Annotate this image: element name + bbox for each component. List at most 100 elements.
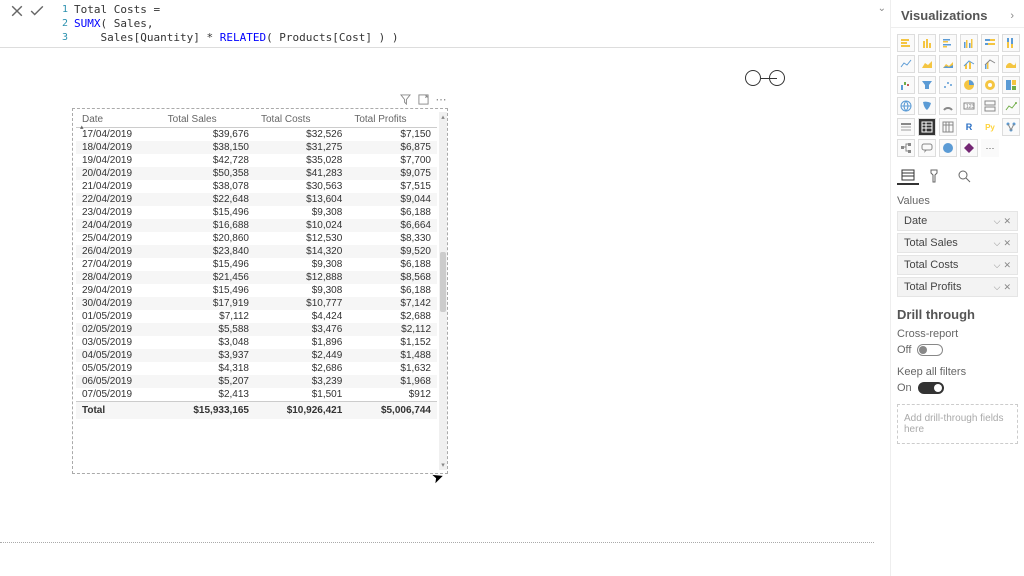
analytics-tab-icon[interactable] bbox=[953, 167, 975, 185]
r-visual-icon[interactable]: R bbox=[960, 118, 978, 136]
table-row[interactable]: 30/04/2019$17,919$10,777$7,142 bbox=[76, 297, 437, 310]
sort-asc-icon: ▴ bbox=[80, 123, 84, 131]
cross-report-toggle[interactable] bbox=[917, 344, 943, 356]
scrollbar-thumb[interactable] bbox=[440, 252, 446, 312]
more-options-icon[interactable]: ⋯ bbox=[435, 93, 447, 105]
arcgis-icon[interactable] bbox=[939, 139, 957, 157]
field-dropdown-icon[interactable]: ⌵ bbox=[994, 238, 1001, 249]
stacked-area-icon[interactable] bbox=[939, 55, 957, 73]
scroll-up-icon[interactable]: ▴ bbox=[439, 112, 447, 122]
table-row[interactable]: 04/05/2019$3,937$2,449$1,488 bbox=[76, 349, 437, 362]
column-header[interactable]: Total Costs bbox=[255, 112, 348, 128]
key-influencers-icon[interactable] bbox=[1002, 118, 1020, 136]
stacked-bar-icon[interactable] bbox=[897, 34, 915, 52]
table-row[interactable]: 20/04/2019$50,358$41,283$9,075 bbox=[76, 167, 437, 180]
table-row[interactable]: 19/04/2019$42,728$35,028$7,700 bbox=[76, 154, 437, 167]
card-icon[interactable]: 123 bbox=[960, 97, 978, 115]
field-remove-icon[interactable]: ✕ bbox=[1003, 216, 1011, 227]
table-row[interactable]: 21/04/2019$38,078$30,563$7,515 bbox=[76, 180, 437, 193]
table-row[interactable]: 22/04/2019$22,648$13,604$9,044 bbox=[76, 193, 437, 206]
table-row[interactable]: 17/04/2019$39,676$32,526$7,150 bbox=[76, 128, 437, 142]
table-visual[interactable]: ⋯ Date▴Total SalesTotal CostsTotal Profi… bbox=[72, 108, 448, 474]
focus-mode-icon[interactable] bbox=[417, 93, 429, 105]
stacked-column-icon[interactable] bbox=[918, 34, 936, 52]
gauge-icon[interactable] bbox=[939, 97, 957, 115]
field-well-item[interactable]: Total Sales⌵✕ bbox=[897, 233, 1018, 253]
table-row[interactable]: 23/04/2019$15,496$9,308$6,188 bbox=[76, 206, 437, 219]
drill-through-title: Drill through bbox=[897, 307, 1018, 322]
clustered-bar-icon[interactable] bbox=[939, 34, 957, 52]
pie-icon[interactable] bbox=[960, 76, 978, 94]
field-dropdown-icon[interactable]: ⌵ bbox=[994, 216, 1001, 227]
report-canvas[interactable]: ⋯ Date▴Total SalesTotal CostsTotal Profi… bbox=[0, 48, 890, 576]
table-row[interactable]: 02/05/2019$5,588$3,476$2,112 bbox=[76, 323, 437, 336]
cancel-icon[interactable] bbox=[10, 4, 24, 18]
table-row[interactable]: 26/04/2019$23,840$14,320$9,520 bbox=[76, 245, 437, 258]
import-visual-icon[interactable]: ⋯ bbox=[981, 139, 999, 157]
decomposition-tree-icon[interactable] bbox=[897, 139, 915, 157]
matrix-icon[interactable] bbox=[939, 118, 957, 136]
data-table: Date▴Total SalesTotal CostsTotal Profits… bbox=[76, 112, 437, 419]
table-row[interactable]: 25/04/2019$20,860$12,530$8,330 bbox=[76, 232, 437, 245]
field-well-item[interactable]: Date⌵✕ bbox=[897, 211, 1018, 231]
formula-editor[interactable]: 1Total Costs = 2SUMX( Sales, 3 Sales[Qua… bbox=[50, 2, 1020, 44]
table-row[interactable]: 18/04/2019$38,150$31,275$6,875 bbox=[76, 141, 437, 154]
table-row[interactable]: 24/04/2019$16,688$10,024$6,664 bbox=[76, 219, 437, 232]
table-row[interactable]: 06/05/2019$5,207$3,239$1,968 bbox=[76, 375, 437, 388]
funnel-icon[interactable] bbox=[918, 76, 936, 94]
format-tab-icon[interactable] bbox=[925, 167, 947, 185]
line-chart-icon[interactable] bbox=[897, 55, 915, 73]
line-stacked-column-icon[interactable] bbox=[960, 55, 978, 73]
hundred-stacked-column-icon[interactable] bbox=[1002, 34, 1020, 52]
table-row[interactable]: 27/04/2019$15,496$9,308$6,188 bbox=[76, 258, 437, 271]
qa-visual-icon[interactable] bbox=[918, 139, 936, 157]
cross-report-label: Cross-report bbox=[897, 328, 1018, 340]
donut-icon[interactable] bbox=[981, 76, 999, 94]
svg-text:123: 123 bbox=[966, 104, 975, 110]
table-row[interactable]: 29/04/2019$15,496$9,308$6,188 bbox=[76, 284, 437, 297]
waterfall-icon[interactable] bbox=[897, 76, 915, 94]
slicer-icon[interactable] bbox=[897, 118, 915, 136]
table-row[interactable]: 07/05/2019$2,413$1,501$912 bbox=[76, 388, 437, 402]
keep-filters-toggle[interactable] bbox=[918, 382, 944, 394]
map-icon[interactable] bbox=[897, 97, 915, 115]
hundred-stacked-bar-icon[interactable] bbox=[981, 34, 999, 52]
vertical-scrollbar[interactable]: ▴ ▾ bbox=[439, 112, 447, 470]
field-well-item[interactable]: Total Profits⌵✕ bbox=[897, 277, 1018, 297]
filled-map-icon[interactable] bbox=[918, 97, 936, 115]
commit-icon[interactable] bbox=[30, 4, 44, 18]
table-row[interactable]: 05/05/2019$4,318$2,686$1,632 bbox=[76, 362, 437, 375]
scatter-icon[interactable] bbox=[939, 76, 957, 94]
table-row[interactable]: 01/05/2019$7,112$4,424$2,688 bbox=[76, 310, 437, 323]
table-icon[interactable] bbox=[918, 118, 936, 136]
fields-tab-icon[interactable] bbox=[897, 167, 919, 185]
formula-bar: 1Total Costs = 2SUMX( Sales, 3 Sales[Qua… bbox=[0, 0, 1024, 48]
multi-row-card-icon[interactable] bbox=[981, 97, 999, 115]
table-row[interactable]: 28/04/2019$21,456$12,888$8,568 bbox=[76, 271, 437, 284]
line-clustered-column-icon[interactable] bbox=[981, 55, 999, 73]
treemap-icon[interactable] bbox=[1002, 76, 1020, 94]
clustered-column-icon[interactable] bbox=[960, 34, 978, 52]
field-remove-icon[interactable]: ✕ bbox=[1003, 238, 1011, 249]
field-remove-icon[interactable]: ✕ bbox=[1003, 260, 1011, 271]
collapse-pane-icon[interactable]: › bbox=[1010, 10, 1014, 22]
column-header[interactable]: Total Profits bbox=[348, 112, 437, 128]
area-chart-icon[interactable] bbox=[918, 55, 936, 73]
field-remove-icon[interactable]: ✕ bbox=[1003, 282, 1011, 293]
column-header[interactable]: Date▴ bbox=[76, 112, 162, 128]
powerapps-icon[interactable] bbox=[960, 139, 978, 157]
field-dropdown-icon[interactable]: ⌵ bbox=[994, 260, 1001, 271]
table-row[interactable]: 03/05/2019$3,048$1,896$1,152 bbox=[76, 336, 437, 349]
python-visual-icon[interactable]: Py bbox=[981, 118, 999, 136]
formula-expand-icon[interactable]: ⌄ bbox=[878, 3, 886, 14]
visual-gallery: 123 R Py ⋯ bbox=[897, 34, 1018, 157]
field-dropdown-icon[interactable]: ⌵ bbox=[994, 282, 1001, 293]
values-label: Values bbox=[897, 195, 1018, 207]
filter-icon[interactable] bbox=[399, 93, 411, 105]
drill-through-dropzone[interactable]: Add drill-through fields here bbox=[897, 404, 1018, 444]
field-well-item[interactable]: Total Costs⌵✕ bbox=[897, 255, 1018, 275]
ribbon-chart-icon[interactable] bbox=[1002, 55, 1020, 73]
kpi-icon[interactable] bbox=[1002, 97, 1020, 115]
measure-name: Total Costs bbox=[74, 3, 147, 16]
column-header[interactable]: Total Sales bbox=[162, 112, 255, 128]
